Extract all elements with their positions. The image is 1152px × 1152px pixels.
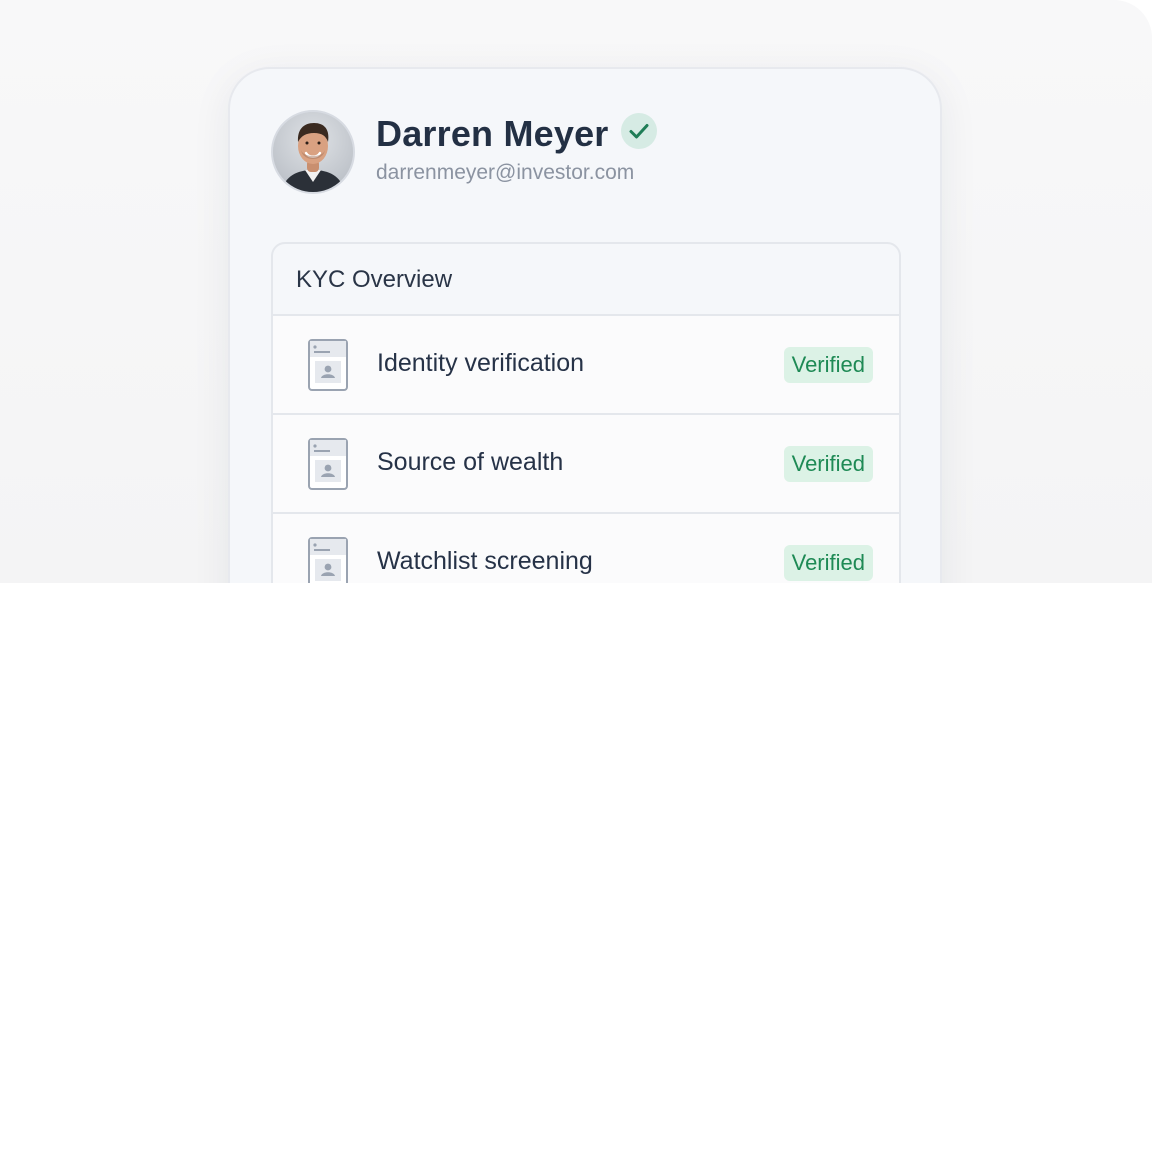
id-card-icon	[308, 339, 348, 391]
avatar	[271, 110, 355, 194]
status-badge: Verified	[783, 446, 873, 482]
status-badge: Verified	[783, 347, 873, 383]
check-circle-icon	[621, 113, 657, 149]
user-name: Darren Meyer	[376, 113, 609, 154]
kyc-overview-title: KYC Overview	[296, 266, 453, 293]
kyc-item-watchlist-screening[interactable]: Watchlist screening Verified	[273, 514, 899, 583]
profile-card: Darren Meyer darrenmeyer@investor.com KY…	[228, 67, 942, 583]
kyc-item-source-of-wealth[interactable]: Source of wealth Verified	[273, 415, 899, 514]
screenshot-area: Darren Meyer darrenmeyer@investor.com KY…	[0, 0, 1152, 583]
kyc-item-identity-verification[interactable]: Identity verification Verified	[273, 316, 899, 415]
person-photo-icon	[273, 112, 353, 192]
id-card-icon	[308, 438, 348, 490]
status-badge: Verified	[783, 545, 873, 581]
kyc-overview-panel: KYC Overview Identity verification Verif…	[271, 242, 901, 583]
id-card-icon	[308, 537, 348, 583]
kyc-item-label: Identity verification	[377, 349, 585, 377]
kyc-item-label: Watchlist screening	[377, 547, 593, 575]
kyc-item-label: Source of wealth	[377, 448, 564, 476]
user-email: darrenmeyer@investor.com	[376, 161, 635, 184]
kyc-overview-header: KYC Overview	[273, 244, 899, 316]
blank-area	[0, 583, 1152, 1152]
